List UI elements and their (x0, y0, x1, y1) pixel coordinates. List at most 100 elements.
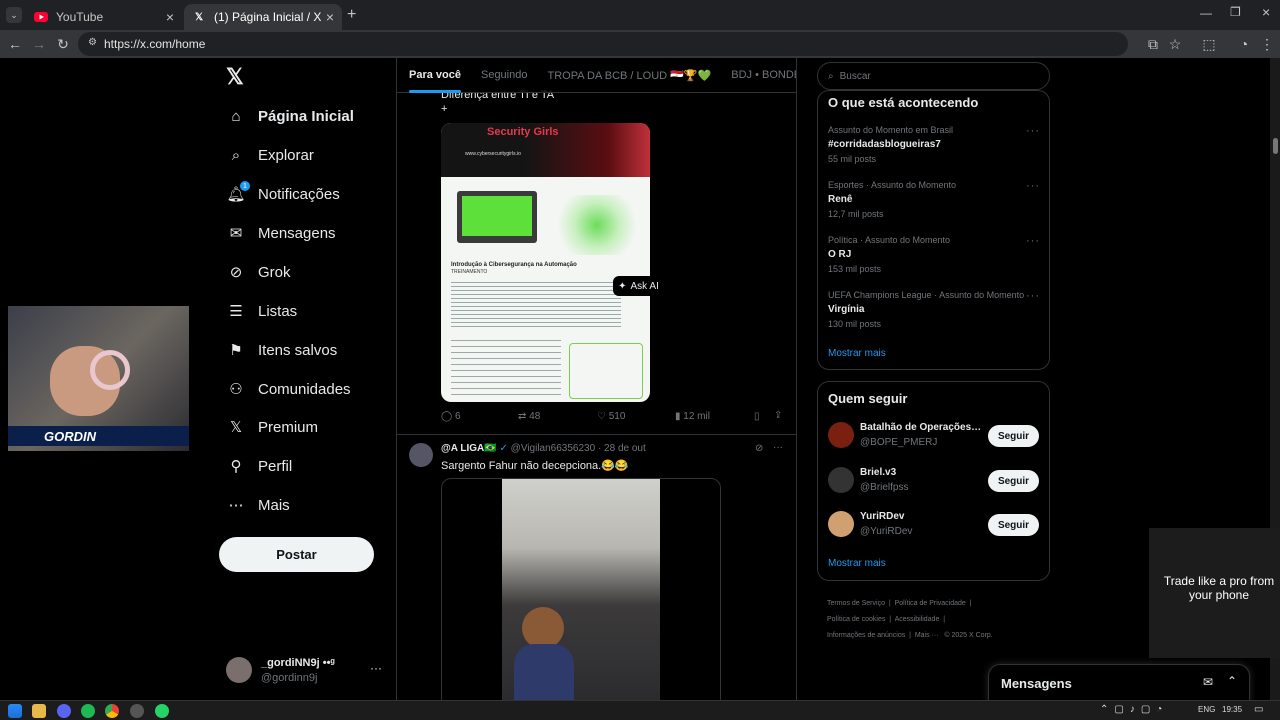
whatsapp-icon[interactable] (155, 704, 169, 718)
image-text-block (451, 279, 621, 329)
follow-suggestion[interactable]: YuriRDev @YuriRDev Seguir (828, 511, 1040, 541)
footer-more[interactable]: Mais ··· (915, 632, 939, 639)
bookmark-star-icon[interactable]: ☆ (1166, 35, 1184, 53)
more-icon[interactable]: ··· (370, 661, 382, 675)
follow-suggestion[interactable]: Batalhão de Operações… @BOPE_PMERJ Seguir (828, 422, 1040, 452)
footer-terms[interactable]: Termos de Serviço (827, 600, 885, 607)
notification-center-icon[interactable]: ▭ (1254, 704, 1263, 715)
close-tab-icon[interactable]: × (166, 9, 174, 25)
forward-icon[interactable]: → (30, 35, 48, 53)
chrome-icon[interactable] (105, 704, 119, 718)
language-indicator[interactable]: ENG (1198, 705, 1215, 714)
sidebar-item-communities[interactable]: ⚇ Comunidades (226, 371, 350, 407)
clock[interactable]: 19:35 (1222, 705, 1242, 714)
close-tab-icon[interactable]: × (326, 9, 334, 25)
tab-for-you[interactable]: Para você (409, 69, 461, 93)
new-message-icon[interactable]: ✉ (1203, 675, 1213, 689)
expand-icon[interactable]: ⌃ (1227, 674, 1237, 688)
repost-button[interactable]: ⇄ 48 (518, 411, 540, 422)
footer-accessibility[interactable]: Acessibilidade (895, 616, 940, 623)
site-info-icon[interactable]: ⚙ (88, 37, 97, 48)
more-icon[interactable]: ··· (1026, 180, 1040, 192)
tab-list-bcb[interactable]: TROPA DA BCB / LOUD 🇪🇬🏆💚 (547, 69, 711, 82)
trend-item[interactable]: UEFA Champions League · Assunto do Momen… (828, 290, 1040, 329)
ad-overlay[interactable]: Trade like a pro from your phone (1149, 528, 1280, 658)
follow-button[interactable]: Seguir (988, 514, 1039, 536)
sidebar-item-list[interactable]: ☰ Listas (226, 293, 297, 329)
close-window-icon[interactable]: × (1262, 4, 1270, 20)
youtube-icon (34, 10, 48, 24)
extensions-icon[interactable]: ⬚ (1200, 35, 1218, 53)
trend-item[interactable]: Assunto do Momento em Brasil #corridadasb… (828, 125, 1040, 164)
profile-icon[interactable]: ◔ (1235, 35, 1253, 53)
follow-button[interactable]: Seguir (988, 470, 1039, 492)
file-explorer-icon[interactable] (32, 704, 46, 718)
like-button[interactable]: ♡ 510 (597, 411, 625, 422)
reload-icon[interactable]: ↻ (54, 35, 72, 53)
image-header: Security Girls www.cybersecuritygirls.io (441, 123, 650, 177)
more-icon[interactable]: ··· (773, 442, 783, 453)
follow-button[interactable]: Seguir (988, 425, 1039, 447)
follow-handle: @Brielfpss (860, 482, 909, 493)
system-tray-icons[interactable]: ⌃▢♪▢◔ (1100, 704, 1168, 715)
back-icon[interactable]: ← (6, 35, 24, 53)
footer-privacy[interactable]: Política de Privacidade (895, 600, 966, 607)
follow-suggestion[interactable]: Briel.v3 @Brielfpss Seguir (828, 467, 1040, 497)
tab-following[interactable]: Seguindo (481, 69, 528, 81)
post-button[interactable]: Postar (219, 537, 374, 572)
views-button[interactable]: ▮ 12 mil (675, 411, 710, 422)
steam-icon[interactable] (130, 704, 144, 718)
tab-list-bdj[interactable]: BDJ • BONDE DO JO (731, 69, 796, 81)
minimize-icon[interactable]: — (1200, 6, 1212, 20)
footer-cookies[interactable]: Política de cookies (827, 616, 885, 623)
tab-youtube[interactable]: YouTube × (26, 4, 182, 30)
windows-start-icon[interactable] (8, 704, 22, 718)
install-app-icon[interactable]: ⧉ (1144, 35, 1162, 53)
home-icon: ⌂ (231, 107, 241, 125)
scrollbar-thumb[interactable] (1273, 138, 1278, 154)
spotify-icon[interactable] (81, 704, 95, 718)
sidebar-item-person[interactable]: ⚲ Perfil (226, 448, 293, 484)
more-icon[interactable]: ··· (1026, 235, 1040, 247)
ask-ai-button[interactable]: ✦ Ask AI (613, 276, 664, 296)
tab-x-home[interactable]: 𝕏 (1) Página Inicial / X × (184, 4, 342, 30)
tweet-2-avatar[interactable] (409, 443, 433, 467)
tweet-1-image[interactable]: Security Girls www.cybersecuritygirls.io… (441, 123, 650, 402)
search-input[interactable]: ⌕ Buscar (817, 62, 1050, 90)
footer-ads-info[interactable]: Informações de anúncios (827, 632, 905, 639)
sidebar-item-grok[interactable]: ⊘ Grok (226, 254, 291, 290)
sidebar-item-search[interactable]: ⌕ Explorar (226, 137, 314, 173)
discord-icon[interactable] (57, 704, 71, 718)
tweet-2-video[interactable] (502, 479, 660, 700)
tweet-2-date[interactable]: 28 de out (604, 443, 646, 454)
new-tab-icon[interactable]: + (347, 6, 356, 24)
sidebar-item-home[interactable]: ⌂ Página Inicial (226, 98, 353, 134)
tweet-2-media-frame[interactable] (441, 478, 721, 700)
grok-icon[interactable]: ⊘ (755, 443, 763, 454)
more-icon[interactable]: ··· (1026, 125, 1040, 137)
trend-item[interactable]: Política · Assunto do Momento O RJ 153 mil… (828, 235, 1040, 274)
account-switcher[interactable]: _gordiNN9j ••ᵍ @gordinn9j ··· (226, 655, 386, 687)
sidebar-item-mail[interactable]: ✉ Mensagens (226, 215, 336, 251)
address-bar[interactable]: ⚙ https://x.com/home (78, 32, 1128, 56)
tab-title: YouTube (56, 10, 104, 24)
sidebar-item-bell[interactable]: 🔔︎ 1 Notificações (226, 176, 340, 212)
reply-button[interactable]: ◯ 6 (441, 411, 461, 422)
tweet-2-handle[interactable]: @Vigilan66356230 (511, 443, 595, 454)
share-icon[interactable]: ⇪ (774, 410, 782, 421)
follow-show-more[interactable]: Mostrar mais (828, 558, 886, 569)
restore-icon[interactable]: ❐ (1230, 5, 1241, 19)
browser-menu-icon[interactable]: ⋮ (1258, 35, 1276, 53)
x-logo-icon[interactable]: 𝕏 (226, 64, 244, 90)
trend-item[interactable]: Esportes · Assunto do Momento Renê 12,7 mi… (828, 180, 1040, 219)
sidebar-item-x-logo[interactable]: 𝕏 Premium (226, 409, 318, 445)
more-icon[interactable]: ··· (1026, 290, 1040, 302)
sidebar-item-bookmark[interactable]: ⚑ Itens salvos (226, 332, 337, 368)
trends-show-more[interactable]: Mostrar mais (828, 348, 886, 359)
sidebar-item-more-circle[interactable]: ⋯ Mais (226, 487, 290, 523)
image-subtitle: TREINAMENTO (451, 269, 488, 275)
tab-list-icon[interactable]: ⌄ (6, 7, 22, 23)
tweet-2-author[interactable]: @A LIGA🇧🇷 (441, 443, 497, 454)
bookmark-icon[interactable]: ▯ (754, 411, 760, 422)
messages-drawer[interactable]: Mensagens ✉ ⌃ (988, 664, 1250, 704)
